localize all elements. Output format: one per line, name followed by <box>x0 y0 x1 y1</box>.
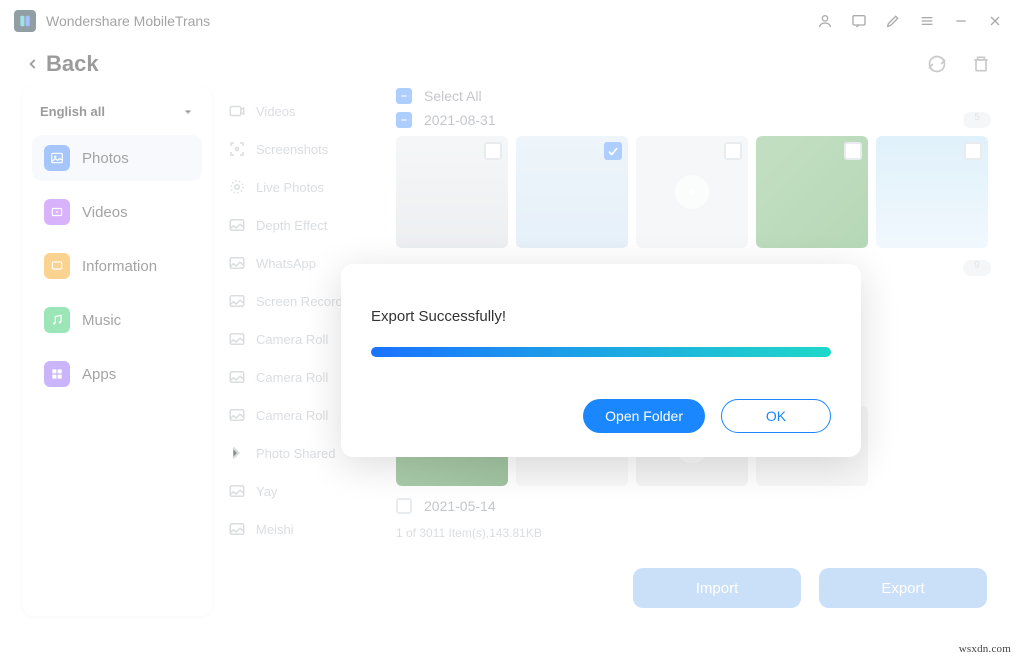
sidebar-item-label: Music <box>82 312 121 329</box>
date-group-row: 2021-08-31 5 <box>396 110 991 136</box>
subnav-label: Depth Effect <box>256 218 327 233</box>
export-success-modal: Export Successfully! Open Folder OK <box>341 264 861 457</box>
date-label: 2021-08-31 <box>424 112 496 128</box>
subnav-label: Camera Roll <box>256 332 328 347</box>
sidebar-item-information[interactable]: Information <box>32 243 202 289</box>
subnav-label: Screen Recorder <box>256 294 354 309</box>
trash-icon[interactable] <box>971 54 991 74</box>
close-icon[interactable] <box>987 13 1003 29</box>
app-logo <box>14 10 36 32</box>
watermark: wsxdn.com <box>959 643 1011 655</box>
thumb-checkbox[interactable] <box>844 142 862 160</box>
subnav-label: WhatsApp <box>256 256 316 271</box>
date-group-row-2: 2021-05-14 <box>396 496 991 522</box>
subnav-item-live-photos[interactable]: Live Photos <box>224 168 380 206</box>
refresh-icon[interactable] <box>927 54 947 74</box>
subnav-item-yay[interactable]: Yay <box>224 472 380 510</box>
thumbnail[interactable] <box>516 136 628 248</box>
thumb-checkbox[interactable] <box>724 142 742 160</box>
titlebar: Wondershare MobileTrans <box>0 0 1017 42</box>
date-group-checkbox[interactable] <box>396 498 412 514</box>
play-icon <box>675 175 709 209</box>
date-count-pill: 9 <box>963 260 991 276</box>
sidebar: English all Photos Videos Information Mu… <box>22 86 212 616</box>
open-folder-label: Open Folder <box>605 408 683 424</box>
sidebar-item-videos[interactable]: Videos <box>32 189 202 235</box>
apps-icon <box>44 361 70 387</box>
thumbnail[interactable] <box>756 136 868 248</box>
app-title: Wondershare MobileTrans <box>46 13 210 29</box>
videos-icon <box>44 199 70 225</box>
subnav-label: Meishi <box>256 522 294 537</box>
sidebar-item-apps[interactable]: Apps <box>32 351 202 397</box>
back-row-actions <box>927 54 991 74</box>
thumbnail[interactable] <box>396 136 508 248</box>
select-all-checkbox[interactable] <box>396 88 412 104</box>
open-folder-button[interactable]: Open Folder <box>583 399 705 433</box>
back-row: Back <box>0 42 1017 86</box>
date-count-pill: 5 <box>963 112 991 128</box>
sidebar-item-label: Information <box>82 258 157 275</box>
export-button[interactable]: Export <box>819 568 987 608</box>
thumb-row <box>396 136 991 248</box>
select-all-row: Select All <box>396 86 991 110</box>
back-button[interactable]: Back <box>26 51 99 77</box>
minimize-icon[interactable] <box>953 13 969 29</box>
user-icon[interactable] <box>817 13 833 29</box>
sidebar-item-label: Apps <box>82 366 116 383</box>
ok-label: OK <box>766 408 786 424</box>
sidebar-item-photos[interactable]: Photos <box>32 135 202 181</box>
information-icon <box>44 253 70 279</box>
thumbnail[interactable] <box>876 136 988 248</box>
back-label: Back <box>46 51 99 77</box>
subnav-label: Camera Roll <box>256 408 328 423</box>
sidebar-item-label: Videos <box>82 204 128 221</box>
action-buttons: Import Export <box>633 568 987 608</box>
subnav-label: Photo Shared <box>256 446 336 461</box>
select-all-label: Select All <box>424 88 482 104</box>
import-label: Import <box>696 580 739 597</box>
thumb-checkbox[interactable] <box>484 142 502 160</box>
sidebar-item-music[interactable]: Music <box>32 297 202 343</box>
subnav-label: Live Photos <box>256 180 324 195</box>
subnav-label: Videos <box>256 104 296 119</box>
edit-icon[interactable] <box>885 13 901 29</box>
modal-title: Export Successfully! <box>371 308 831 325</box>
titlebar-actions <box>817 13 1003 29</box>
thumb-checkbox[interactable] <box>964 142 982 160</box>
subnav-item-meishi[interactable]: Meishi <box>224 510 380 548</box>
subnav-item-videos[interactable]: Videos <box>224 92 380 130</box>
thumbnail-video[interactable] <box>636 136 748 248</box>
export-label: Export <box>881 580 924 597</box>
thumb-checkbox-checked[interactable] <box>604 142 622 160</box>
subnav-label: Screenshots <box>256 142 328 157</box>
sidebar-item-label: Photos <box>82 150 129 167</box>
language-selector[interactable]: English all <box>32 100 202 135</box>
ok-button[interactable]: OK <box>721 399 831 433</box>
status-text: 1 of 3011 Item(s),143.81KB <box>396 522 991 546</box>
progress-bar <box>371 347 831 357</box>
music-icon <box>44 307 70 333</box>
language-label: English all <box>40 104 105 119</box>
subnav-item-depth-effect[interactable]: Depth Effect <box>224 206 380 244</box>
subnav-label: Yay <box>256 484 277 499</box>
chat-icon[interactable] <box>851 13 867 29</box>
import-button[interactable]: Import <box>633 568 801 608</box>
subnav-item-screenshots[interactable]: Screenshots <box>224 130 380 168</box>
subnav-label: Camera Roll <box>256 370 328 385</box>
date-label: 2021-05-14 <box>424 498 496 514</box>
date-group-checkbox[interactable] <box>396 112 412 128</box>
menu-icon[interactable] <box>919 13 935 29</box>
modal-buttons: Open Folder OK <box>371 399 831 433</box>
photos-icon <box>44 145 70 171</box>
